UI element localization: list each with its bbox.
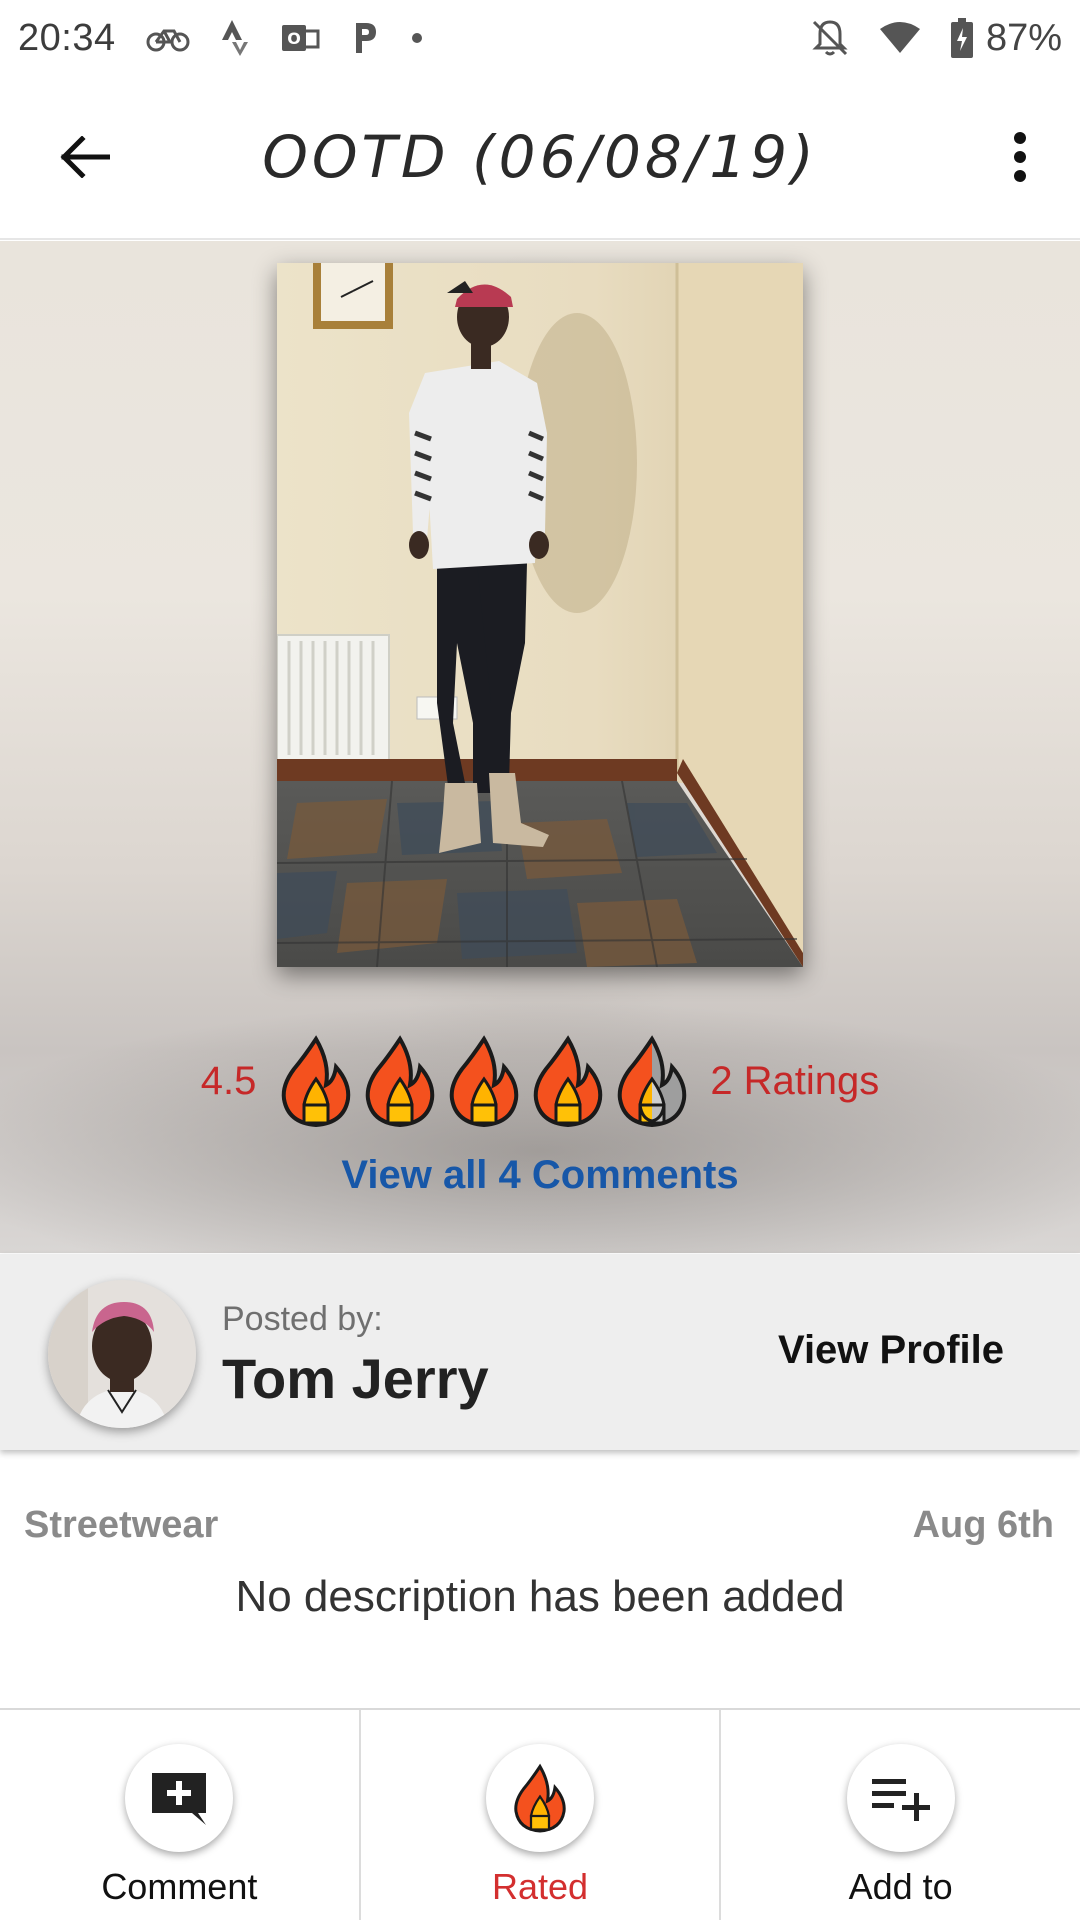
- category-label: Streetwear: [24, 1504, 219, 1546]
- poster-name: Tom Jerry: [222, 1347, 489, 1410]
- add-comment-icon: [152, 1773, 207, 1825]
- comment-label: Comment: [101, 1866, 258, 1907]
- svg-text:O: O: [287, 29, 301, 48]
- bike-icon: [146, 23, 190, 53]
- flame-rating-icon[interactable]: [442, 1033, 526, 1129]
- outfit-hero: 4.5 2 Ratings View all 4 Comments: [0, 241, 1080, 1253]
- app-bar: OOTD (06/08/19): [0, 76, 1080, 240]
- add-to-action[interactable]: Add to: [719, 1710, 1080, 1920]
- parking-icon: [350, 19, 380, 57]
- bottom-action-bar: Comment Rated Add to: [0, 1708, 1080, 1920]
- outfit-photo[interactable]: [277, 263, 803, 967]
- flame-rating-icon[interactable]: [358, 1033, 442, 1129]
- status-time: 20:34: [18, 16, 116, 59]
- view-profile-button[interactable]: View Profile: [778, 1328, 1004, 1373]
- outlook-icon: O: [280, 21, 320, 55]
- screen: 20:34 O 87% OOTD (06/08/19) 4.5 2 Rating…: [0, 0, 1080, 1920]
- overflow-menu-button[interactable]: [1000, 124, 1040, 190]
- flame-icon: [514, 1763, 566, 1833]
- description-text: No description has been added: [235, 1572, 845, 1621]
- playlist-add-icon: [871, 1779, 930, 1821]
- rating-value: 4.5: [200, 1058, 257, 1103]
- rate-button[interactable]: [486, 1744, 594, 1852]
- post-date: Aug 6th: [912, 1504, 1054, 1546]
- battery-percent: 87%: [985, 16, 1062, 59]
- comment-action[interactable]: Comment: [0, 1710, 359, 1920]
- page-title: OOTD (06/08/19): [262, 123, 818, 191]
- flame-rating-icon[interactable]: [526, 1033, 610, 1129]
- flame-rating-icon[interactable]: [274, 1033, 358, 1129]
- flame-half-rating-icon[interactable]: [610, 1033, 694, 1129]
- wifi-icon: [878, 21, 922, 55]
- outfit-image: [277, 263, 803, 967]
- posted-by-label: Posted by:: [222, 1300, 383, 1338]
- comment-button[interactable]: [125, 1744, 234, 1852]
- ratings-count[interactable]: 2 Ratings: [710, 1059, 879, 1104]
- poster-card: Posted by: Tom Jerry View Profile: [0, 1254, 1080, 1450]
- strava-icon: [220, 18, 250, 58]
- rated-action[interactable]: Rated: [358, 1710, 720, 1920]
- view-comments-link[interactable]: View all 4 Comments: [0, 1153, 1080, 1198]
- dot-icon: [410, 31, 424, 45]
- battery-charging-icon: [950, 18, 974, 58]
- avatar-image: [48, 1280, 196, 1428]
- rated-label: Rated: [491, 1866, 589, 1907]
- add-to-label: Add to: [848, 1866, 953, 1907]
- add-to-button[interactable]: [846, 1744, 955, 1852]
- status-bar: 20:34 O 87%: [0, 0, 1080, 76]
- rating-row: 4.5 2 Ratings: [0, 1031, 1080, 1131]
- notifications-off-icon: [810, 18, 850, 58]
- avatar[interactable]: [48, 1280, 196, 1428]
- more-vert-icon: [1014, 132, 1026, 182]
